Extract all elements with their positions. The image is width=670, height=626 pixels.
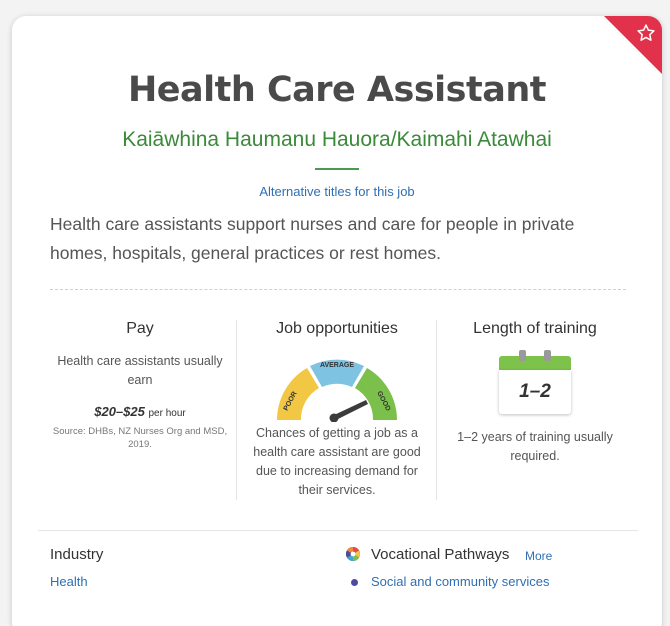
pay-section: Pay Health care assistants usually earn … [50, 320, 230, 451]
pay-amount: $20–$25 per hour [50, 404, 230, 419]
vocational-pathways-icon [346, 547, 360, 561]
training-heading: Length of training [473, 320, 597, 337]
job-opportunities-text: Chances of getting a job as a health car… [253, 426, 421, 497]
calendar-ring [544, 350, 551, 361]
pathway-link-social-community[interactable]: Social and community services [371, 574, 549, 589]
training-text: 1–2 years of training usually required. [457, 430, 613, 463]
job-description: Health care assistants support nurses an… [50, 214, 575, 263]
footer-divider [38, 530, 638, 531]
column-divider [236, 320, 237, 500]
industry-heading: Industry [50, 546, 104, 563]
job-opportunities-heading: Job opportunities [276, 320, 398, 337]
section-divider [50, 289, 626, 290]
column-divider [436, 320, 437, 500]
title-divider [315, 168, 359, 170]
vocational-more-link[interactable]: More [525, 549, 552, 563]
calendar-header [499, 356, 571, 370]
pay-heading: Pay [126, 320, 154, 337]
gauge-icon: POOR AVERAGE GOOD [277, 359, 397, 422]
star-icon[interactable] [636, 23, 656, 43]
alternative-titles-link[interactable]: Alternative titles for this job [12, 184, 662, 199]
pathway-dot [351, 579, 358, 586]
calendar-icon: 1–2 [499, 350, 571, 416]
training-section: Length of training 1–2 1–2 years of trai… [438, 320, 632, 466]
calendar-value: 1–2 [499, 370, 571, 414]
pay-text: Health care assistants usually earn [57, 354, 223, 387]
job-card: Health Care Assistant Kaiāwhina Haumanu … [12, 16, 662, 626]
page-title: Health Care Assistant [127, 70, 547, 110]
calendar-ring [519, 350, 526, 361]
maori-title: Kaiāwhina Haumanu Hauora/Kaimahi Atawhai [122, 128, 552, 151]
vocational-pathways-heading: Vocational Pathways [371, 546, 510, 563]
industry-link-health[interactable]: Health [50, 574, 88, 589]
gauge-label-average: AVERAGE [320, 362, 354, 369]
pay-range: $20–$25 [94, 404, 145, 419]
pay-unit: per hour [148, 408, 186, 419]
job-opportunities-section: Job opportunities POOR AVERAGE GOOD Chan… [238, 320, 436, 500]
pay-source: Source: DHBs, NZ Nurses Org and MSD, 201… [52, 426, 228, 450]
